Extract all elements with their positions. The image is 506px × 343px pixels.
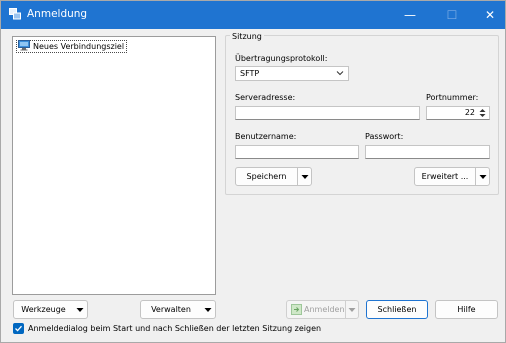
advanced-dropdown-icon[interactable] xyxy=(475,168,489,185)
protocol-label: Übertragungsprotokoll: xyxy=(235,54,328,63)
close-button[interactable]: Schließen xyxy=(366,300,428,319)
port-value: 22 xyxy=(464,108,475,117)
username-label: Benutzername: xyxy=(235,132,297,141)
manage-button[interactable]: Verwalten xyxy=(140,300,216,319)
save-dropdown-icon[interactable] xyxy=(297,168,311,185)
protocol-value: SFTP xyxy=(240,69,260,78)
password-label: Passwort: xyxy=(365,132,404,141)
port-label: Portnummer: xyxy=(426,93,479,102)
login-button[interactable]: Anmelden xyxy=(286,300,359,319)
show-dialog-checkbox-label: Anmeldedialog beim Start und nach Schlie… xyxy=(28,324,322,333)
help-button-label: Hilfe xyxy=(457,305,476,314)
manage-button-label: Verwalten xyxy=(151,305,191,314)
help-button[interactable]: Hilfe xyxy=(435,300,498,319)
window-title: Anmeldung xyxy=(27,8,88,20)
chevron-down-icon xyxy=(336,69,344,79)
session-group-title: Sitzung xyxy=(230,32,264,41)
tools-button-label: Werkzeuge xyxy=(21,305,66,314)
advanced-button[interactable]: Erweitert ... xyxy=(414,167,490,186)
password-input[interactable] xyxy=(365,145,490,159)
tree-item-new-site[interactable]: Neues Verbindungsziel xyxy=(16,40,128,53)
spinner-arrows-icon[interactable] xyxy=(478,107,487,119)
login-icon xyxy=(291,304,302,315)
show-dialog-checkbox[interactable] xyxy=(13,323,24,334)
title-bar[interactable]: Anmeldung — ☐ ✕ xyxy=(1,1,505,29)
sites-tree[interactable]: Neues Verbindungsziel xyxy=(12,36,216,295)
computer-icon xyxy=(18,40,30,53)
tools-button[interactable]: Werkzeuge xyxy=(13,300,88,319)
close-button-label: Schließen xyxy=(377,305,417,314)
save-button-label: Speichern xyxy=(246,172,287,181)
close-icon[interactable]: ✕ xyxy=(473,1,506,29)
tools-dropdown-icon xyxy=(73,307,87,313)
protocol-select[interactable]: SFTP xyxy=(235,66,349,81)
maximize-icon[interactable]: ☐ xyxy=(435,1,469,29)
show-dialog-option[interactable]: Anmeldedialog beim Start und nach Schlie… xyxy=(13,323,321,334)
server-address-label: Serveradresse: xyxy=(235,93,296,102)
tree-item-label: Neues Verbindungsziel xyxy=(33,42,125,51)
server-address-input[interactable] xyxy=(235,106,420,120)
manage-dropdown-icon xyxy=(201,307,215,313)
username-input[interactable] xyxy=(235,145,359,159)
login-button-label: Anmelden xyxy=(304,305,345,314)
minimize-icon[interactable]: — xyxy=(393,1,427,29)
login-dialog: Anmeldung — ☐ ✕ Neues Verbindungsziel Si… xyxy=(0,0,506,343)
port-number-input[interactable]: 22 xyxy=(426,106,490,120)
login-dropdown-icon xyxy=(344,301,358,318)
save-button[interactable]: Speichern xyxy=(235,167,312,186)
app-icon xyxy=(9,8,21,20)
advanced-button-label: Erweitert ... xyxy=(421,172,469,181)
